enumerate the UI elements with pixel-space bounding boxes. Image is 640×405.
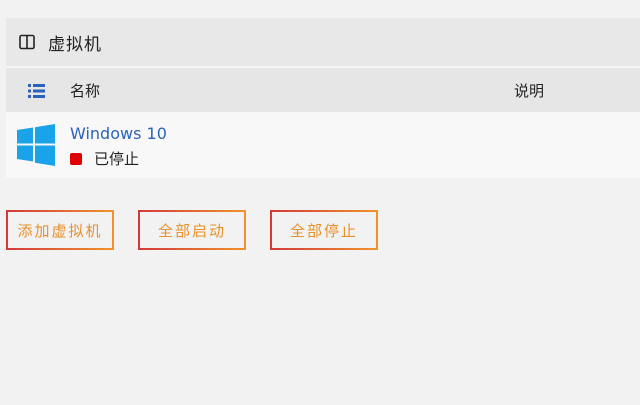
vm-panel: 虚拟机 名称 说明 Windows 10 已停止 — [6, 18, 640, 178]
panel-title: 虚拟机 — [48, 34, 102, 55]
stopped-status-icon — [70, 152, 82, 165]
list-icon[interactable] — [28, 83, 45, 98]
vm-status-text: 已停止 — [94, 150, 140, 168]
split-pane-icon — [19, 34, 35, 50]
vm-name-link[interactable]: Windows 10 — [70, 124, 167, 143]
column-header-description[interactable]: 说明 — [514, 80, 544, 101]
panel-header: 虚拟机 — [6, 18, 640, 66]
start-all-button[interactable]: 全部启动 — [138, 210, 246, 250]
stop-all-button[interactable]: 全部停止 — [270, 210, 378, 250]
add-vm-button[interactable]: 添加虚拟机 — [6, 210, 114, 250]
table-row[interactable]: Windows 10 已停止 — [6, 114, 640, 178]
table-header: 名称 说明 — [6, 68, 640, 112]
vm-status: 已停止 — [70, 148, 139, 169]
windows-logo-icon — [17, 124, 55, 166]
column-header-name[interactable]: 名称 — [70, 80, 100, 101]
